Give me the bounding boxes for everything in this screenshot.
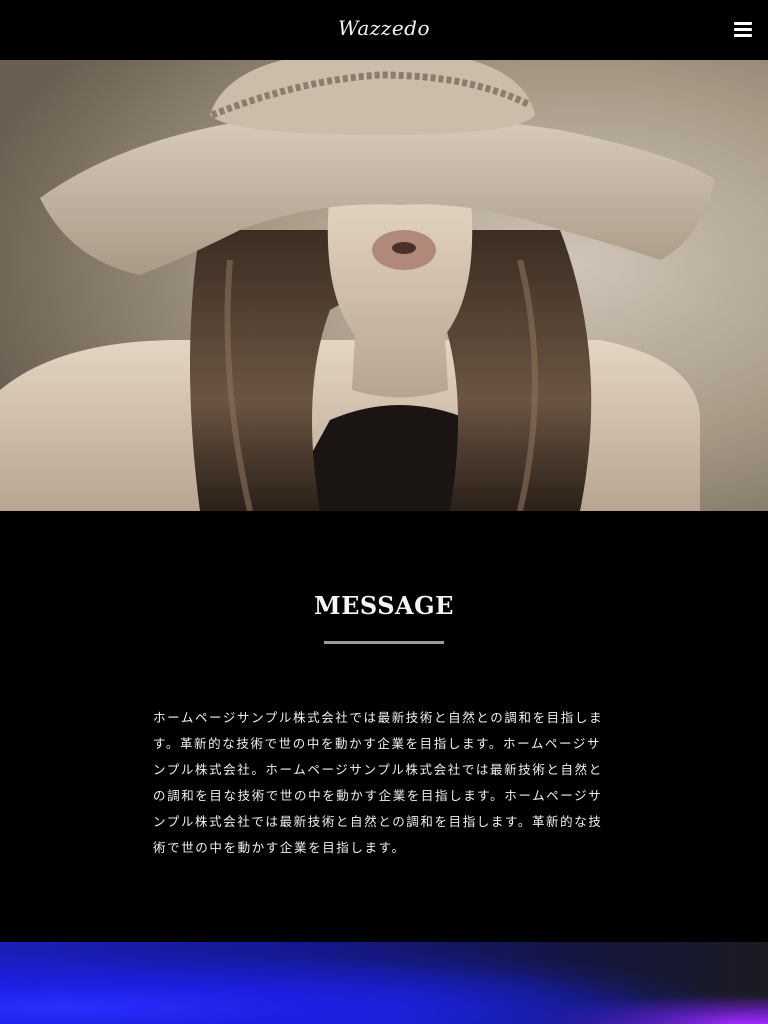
section-title: MESSAGE bbox=[314, 591, 454, 620]
menu-bar bbox=[734, 34, 752, 37]
message-section: MESSAGE ホームページサンプル株式会社では最新技術と自然との調和を目指しま… bbox=[0, 511, 768, 942]
hero-image bbox=[0, 60, 768, 511]
hamburger-menu-icon[interactable] bbox=[734, 22, 752, 38]
menu-bar bbox=[734, 22, 752, 25]
title-underline bbox=[324, 641, 444, 644]
menu-bar bbox=[734, 28, 752, 31]
next-section-preview bbox=[0, 942, 768, 1024]
site-logo[interactable]: Wazzedo bbox=[0, 16, 768, 40]
lips-opening bbox=[392, 242, 416, 254]
message-body-text: ホームページサンプル株式会社では最新技術と自然との調和を目指します。革新的な技術… bbox=[153, 710, 604, 855]
site-header: Wazzedo bbox=[0, 0, 768, 60]
hero-illustration bbox=[0, 60, 768, 511]
